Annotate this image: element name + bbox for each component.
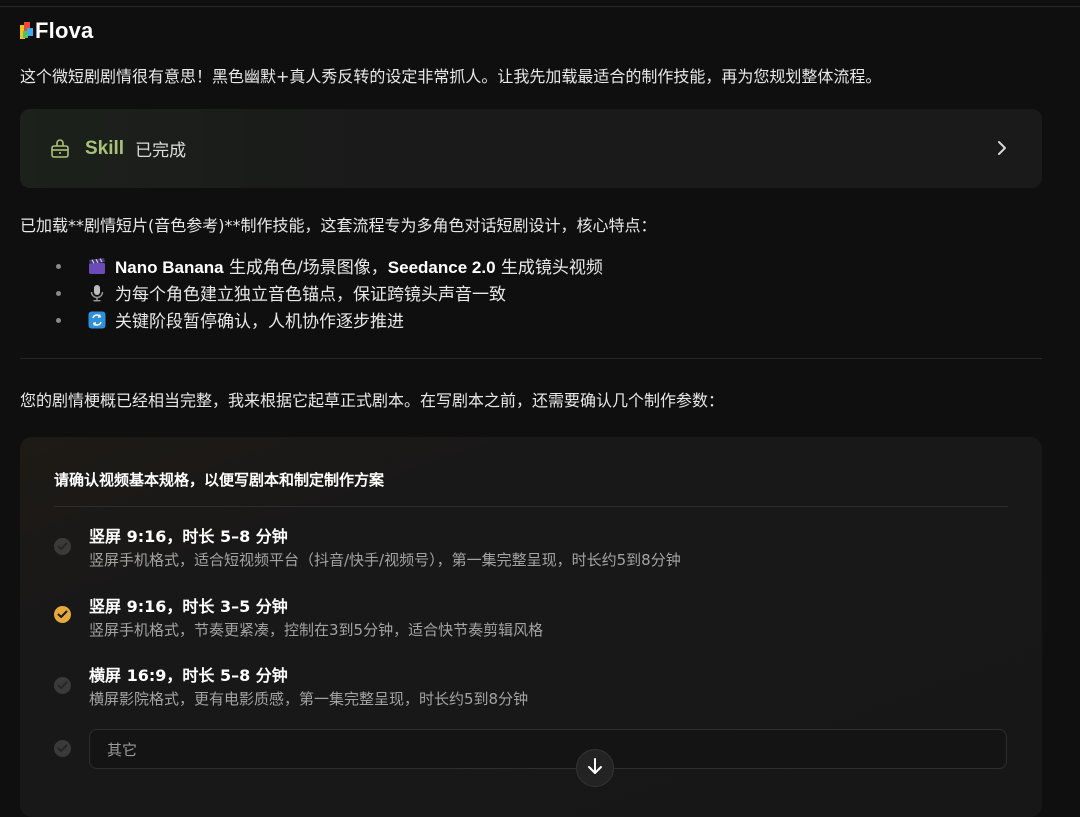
skill-name: Skill	[85, 137, 125, 159]
option-description: 竖屏手机格式，节奏更紧凑，控制在3到5分钟，适合快节奏剪辑风格	[89, 621, 544, 639]
feature-text-1: Nano Banana 生成角色/场景图像，Seedance 2.0 生成镜头视…	[115, 258, 603, 278]
skill-box-icon	[48, 137, 72, 161]
radio-check-icon[interactable]	[54, 677, 71, 694]
bullet-dot	[56, 318, 61, 323]
option-description: 横屏影院格式，更有电影质感，第一集完整呈现，时长约5到8分钟	[89, 690, 529, 708]
bullet-dot	[56, 291, 61, 296]
radio-checked-icon[interactable]	[54, 606, 71, 623]
skill-status-card[interactable]: Skill 已完成	[20, 109, 1042, 188]
flova-logo-icon	[20, 22, 34, 40]
microphone-icon	[88, 284, 106, 302]
list-item: 为每个角色建立独立音色锚点，保证跨镜头声音一致	[56, 279, 603, 306]
clapperboard-icon	[88, 257, 106, 275]
feature-text-3: 关键阶段暂停确认，人机协作逐步推进	[115, 312, 404, 332]
repeat-icon	[88, 311, 106, 329]
form-divider	[54, 506, 1008, 507]
assistant-intro-text: 这个微短剧剧情很有意思！黑色幽默+真人秀反转的设定非常抓人。让我先加载最适合的制…	[20, 67, 882, 86]
radio-check-icon[interactable]	[54, 740, 71, 757]
skill-status-label: 已完成	[135, 141, 187, 161]
option-title: 横屏 16:9，时长 5–8 分钟	[89, 666, 288, 685]
section-divider	[20, 358, 1042, 359]
bullet-dot	[56, 264, 61, 269]
top-border	[0, 6, 1080, 7]
list-item: Nano Banana 生成角色/场景图像，Seedance 2.0 生成镜头视…	[56, 252, 603, 279]
spec-confirm-form: 请确认视频基本规格，以便写剧本和制定制作方案 竖屏 9:16，时长 5–8 分钟…	[20, 437, 1042, 817]
script-intro-text: 您的剧情梗概已经相当完整，我来根据它起草正式剧本。在写剧本之前，还需要确认几个制…	[20, 391, 725, 410]
skill-loaded-text: 已加载**剧情短片(音色参考)**制作技能，这套流程专为多角色对话短剧设计，核心…	[20, 216, 657, 235]
list-item: 关键阶段暂停确认，人机协作逐步推进	[56, 306, 603, 333]
form-title: 请确认视频基本规格，以便写剧本和制定制作方案	[54, 471, 385, 489]
feature-list: Nano Banana 生成角色/场景图像，Seedance 2.0 生成镜头视…	[56, 252, 603, 333]
other-input-field[interactable]: 其它	[89, 729, 1007, 769]
radio-check-icon[interactable]	[54, 538, 71, 555]
option-title: 竖屏 9:16，时长 5–8 分钟	[89, 527, 288, 546]
feature-text-2: 为每个角色建立独立音色锚点，保证跨镜头声音一致	[115, 285, 506, 305]
brand-name: Flova	[35, 18, 94, 43]
option-portrait-3-5[interactable]: 竖屏 9:16，时长 3–5 分钟 竖屏手机格式，节奏更紧凑，控制在3到5分钟，…	[54, 593, 1008, 645]
arrow-down-icon	[587, 757, 603, 779]
option-title: 竖屏 9:16，时长 3–5 分钟	[89, 597, 288, 616]
option-portrait-5-8[interactable]: 竖屏 9:16，时长 5–8 分钟 竖屏手机格式，适合短视频平台（抖音/快手/视…	[54, 523, 1008, 575]
option-description: 竖屏手机格式，适合短视频平台（抖音/快手/视频号），第一集完整呈现，时长约5到8…	[89, 551, 681, 569]
chevron-right-icon[interactable]	[996, 137, 1008, 159]
option-landscape-5-8[interactable]: 横屏 16:9，时长 5–8 分钟 横屏影院格式，更有电影质感，第一集完整呈现，…	[54, 662, 1008, 714]
scroll-to-bottom-button[interactable]	[576, 749, 614, 787]
brand-logo: Flova	[20, 18, 93, 44]
